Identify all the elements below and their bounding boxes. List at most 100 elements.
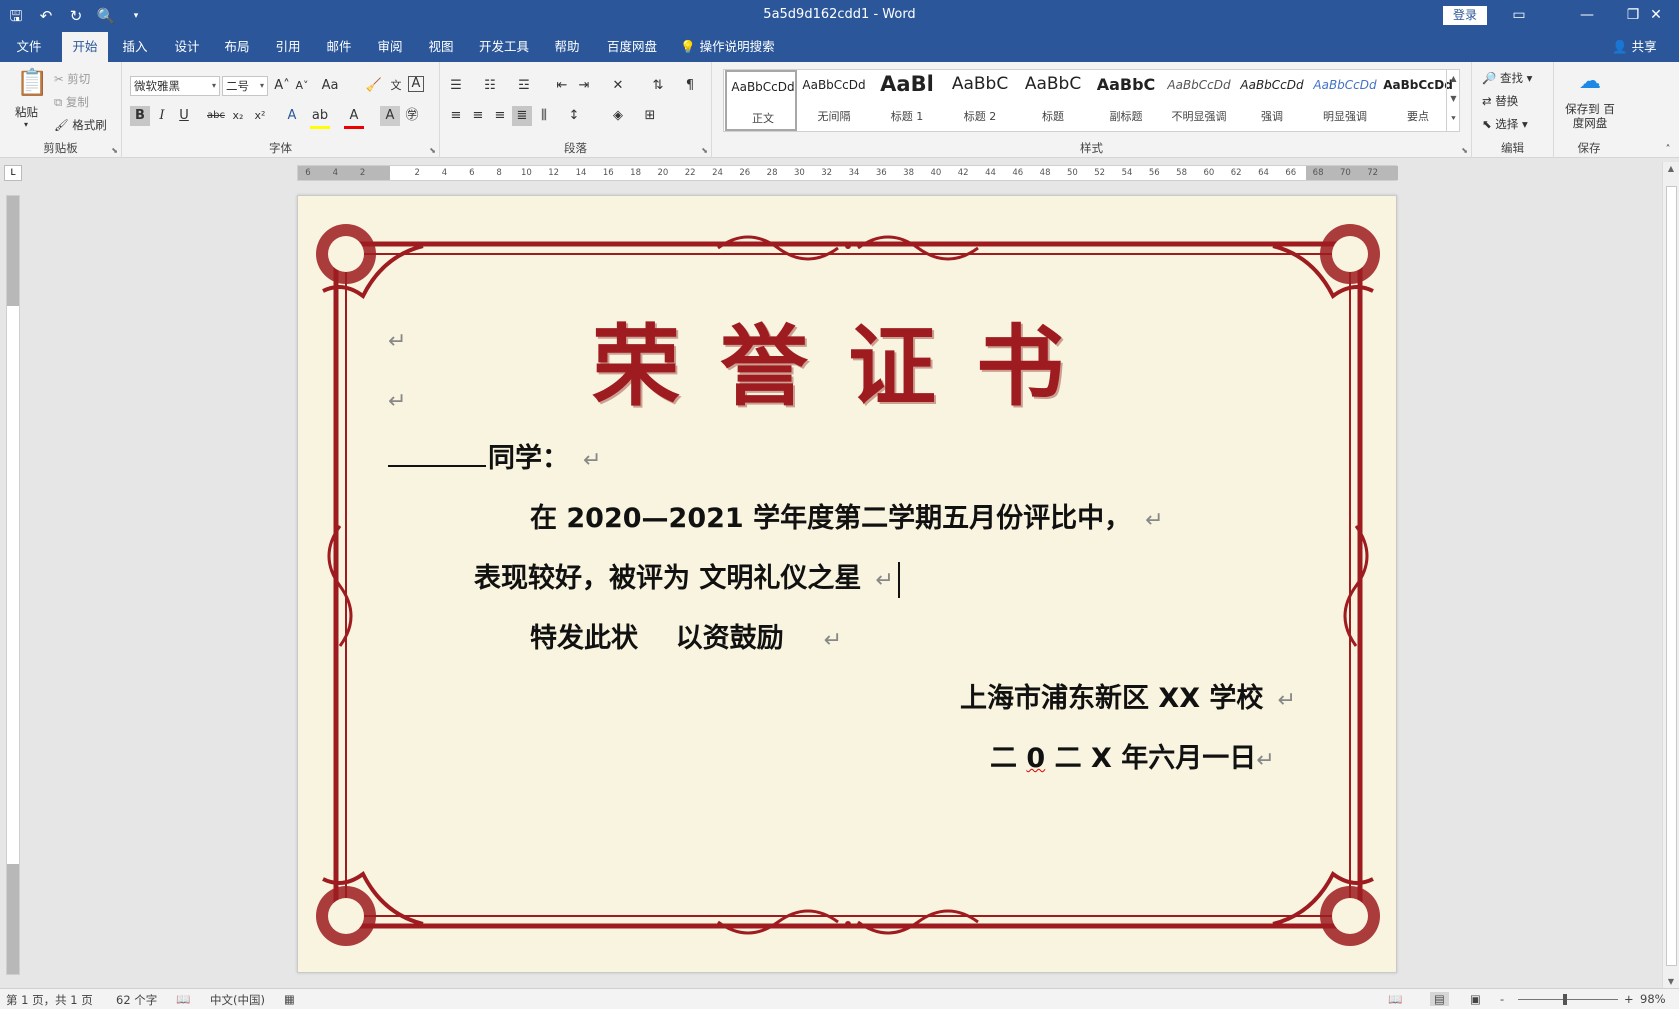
style-strong[interactable]: AaBbCcDd 要点: [1382, 70, 1454, 131]
paste-dropdown-icon[interactable]: ▾: [24, 120, 28, 129]
replace-button[interactable]: ⇄ 替换: [1482, 93, 1518, 109]
zoom-slider-thumb[interactable]: [1563, 994, 1567, 1005]
zoom-level[interactable]: 98%: [1640, 992, 1666, 1006]
vertical-scrollbar[interactable]: ▲ ▼: [1662, 162, 1679, 988]
minimize-icon[interactable]: —: [1564, 0, 1610, 32]
cut-button[interactable]: ✂ 剪切: [54, 71, 90, 87]
multilevel-list-icon[interactable]: ☲: [514, 76, 534, 96]
style-no-spacing[interactable]: AaBbCcDd 无间隔: [798, 70, 870, 131]
empty-paragraph-1[interactable]: ↵: [388, 324, 406, 355]
tab-file[interactable]: 文件: [8, 32, 50, 62]
distributed-icon[interactable]: ⫼: [534, 106, 554, 126]
tab-design[interactable]: 设计: [166, 32, 208, 62]
tab-references[interactable]: 引用: [267, 32, 309, 62]
paste-button[interactable]: 粘贴: [15, 104, 38, 120]
paste-icon[interactable]: 📋: [16, 68, 48, 98]
macro-record-icon[interactable]: ▦: [284, 992, 295, 1006]
styles-more-icon[interactable]: ⯆: [1447, 109, 1460, 129]
grow-font-icon[interactable]: A˄: [272, 76, 292, 96]
style-intense-emphasis[interactable]: AaBbCcDd 明显强调: [1309, 70, 1381, 131]
style-subtitle[interactable]: AaBbC 副标题: [1090, 70, 1162, 131]
chinese-layout-icon[interactable]: ✕: [608, 76, 628, 96]
horizontal-ruler[interactable]: 6 4 2 2 4 6 8 10 12 14 16 18 20 22 24 26 28 30 32 34 36 38 40 4…: [297, 165, 1398, 181]
zoom-out-button[interactable]: -: [1500, 992, 1504, 1006]
increase-indent-icon[interactable]: ⇥: [574, 76, 594, 96]
word-count[interactable]: 62 个字: [116, 992, 157, 1008]
shading-icon[interactable]: ◈: [608, 106, 628, 126]
tell-me-search[interactable]: 💡 操作说明搜索: [680, 32, 775, 62]
print-preview-icon[interactable]: 🔍: [96, 4, 116, 28]
language-indicator[interactable]: 中文(中国): [210, 992, 265, 1008]
scrollbar-thumb[interactable]: [1666, 186, 1677, 966]
print-layout-icon[interactable]: ▤: [1430, 992, 1449, 1006]
tab-home[interactable]: 开始: [62, 32, 108, 62]
font-size-combo[interactable]: 二号 ▾: [222, 76, 268, 96]
tab-review[interactable]: 审阅: [369, 32, 411, 62]
decrease-indent-icon[interactable]: ⇤: [552, 76, 572, 96]
character-border-icon[interactable]: A: [408, 76, 424, 92]
tab-mailings[interactable]: 邮件: [318, 32, 360, 62]
numbering-icon[interactable]: ☷: [480, 76, 500, 96]
scroll-down-icon[interactable]: ▼: [1663, 977, 1679, 986]
issuer-paragraph[interactable]: 上海市浦东新区 XX 学校 ↵: [960, 676, 1296, 715]
ribbon-display-options-icon[interactable]: ▭: [1496, 0, 1542, 32]
character-shading-icon[interactable]: A: [380, 106, 400, 126]
close-icon[interactable]: ✕: [1633, 0, 1679, 32]
superscript-icon[interactable]: x²: [250, 106, 270, 126]
clear-formatting-icon[interactable]: 🧹: [364, 76, 384, 96]
shrink-font-icon[interactable]: A˅: [292, 76, 312, 96]
tab-selector[interactable]: L: [4, 165, 22, 181]
sort-icon[interactable]: ⇅: [648, 76, 668, 96]
change-case-icon[interactable]: Aa: [320, 76, 340, 96]
tab-developer[interactable]: 开发工具: [474, 32, 534, 62]
line-spacing-icon[interactable]: ↕: [564, 106, 584, 126]
font-color-icon[interactable]: A: [344, 106, 364, 129]
style-title[interactable]: AaBbC 标题: [1017, 70, 1089, 131]
login-button[interactable]: 登录: [1443, 6, 1487, 25]
tab-layout[interactable]: 布局: [216, 32, 258, 62]
align-left-icon[interactable]: ≡: [446, 106, 466, 126]
bullets-icon[interactable]: ☰: [446, 76, 466, 96]
copy-button[interactable]: ⧉ 复制: [54, 94, 89, 110]
web-layout-icon[interactable]: ▣: [1470, 992, 1481, 1006]
vertical-ruler[interactable]: [6, 195, 20, 975]
subscript-icon[interactable]: x₂: [228, 106, 248, 126]
redo-icon[interactable]: ↻: [66, 4, 86, 28]
borders-icon[interactable]: ⊞: [640, 106, 660, 126]
read-mode-icon[interactable]: 📖: [1388, 992, 1402, 1006]
share-button[interactable]: 👤 共享: [1612, 32, 1657, 62]
align-center-icon[interactable]: ≡: [468, 106, 488, 126]
body-line-3[interactable]: 特发此状 以资鼓励 ↵: [530, 616, 842, 655]
italic-icon[interactable]: I: [152, 106, 172, 126]
zoom-in-button[interactable]: +: [1624, 992, 1634, 1006]
bold-icon[interactable]: B: [130, 106, 150, 126]
style-subtle-emphasis[interactable]: AaBbCcDd 不明显强调: [1163, 70, 1235, 131]
tab-insert[interactable]: 插入: [114, 32, 156, 62]
find-button[interactable]: 🔎 查找 ▾: [1482, 70, 1532, 86]
underline-icon[interactable]: U: [174, 106, 194, 126]
tab-help[interactable]: 帮助: [546, 32, 588, 62]
style-emphasis[interactable]: AaBbCcDd 强调: [1236, 70, 1308, 131]
document-page[interactable]: 荣誉证书 ↵ ↵ 同学： ↵ 在 2020—2021 学年度第二学期五月份评比中，…: [297, 195, 1397, 973]
tab-view[interactable]: 视图: [420, 32, 462, 62]
zoom-slider-track[interactable]: [1518, 999, 1618, 1000]
font-launcher-icon[interactable]: ⬊: [429, 146, 436, 155]
salutation-paragraph[interactable]: 同学： ↵: [388, 436, 601, 475]
undo-icon[interactable]: ↶: [36, 4, 56, 28]
body-line-2[interactable]: 表现较好，被评为 文明礼仪之星 ↵: [474, 556, 900, 598]
format-painter-button[interactable]: 🖌 格式刷: [54, 117, 107, 133]
save-to-baidu-button[interactable]: 保存到 百度网盘: [1560, 102, 1620, 130]
tab-baidu-netdisk[interactable]: 百度网盘: [602, 32, 662, 62]
style-heading-1[interactable]: AaBl 标题 1: [871, 70, 943, 131]
justify-icon[interactable]: ≣: [512, 106, 532, 126]
collapse-ribbon-icon[interactable]: ˄: [1658, 140, 1678, 160]
font-name-combo[interactable]: 微软雅黑 ▾: [130, 76, 220, 96]
scroll-up-icon[interactable]: ▲: [1663, 164, 1679, 173]
date-paragraph[interactable]: 二 0 二 X 年六月一日↵: [990, 736, 1275, 775]
select-button[interactable]: ⬉ 选择 ▾: [1482, 116, 1528, 132]
empty-paragraph-2[interactable]: ↵: [388, 384, 406, 415]
page-count[interactable]: 第 1 页，共 1 页: [6, 992, 93, 1008]
styles-up-icon[interactable]: ▲: [1447, 69, 1460, 89]
highlight-icon[interactable]: ab: [310, 106, 330, 129]
paragraph-launcher-icon[interactable]: ⬊: [701, 146, 708, 155]
